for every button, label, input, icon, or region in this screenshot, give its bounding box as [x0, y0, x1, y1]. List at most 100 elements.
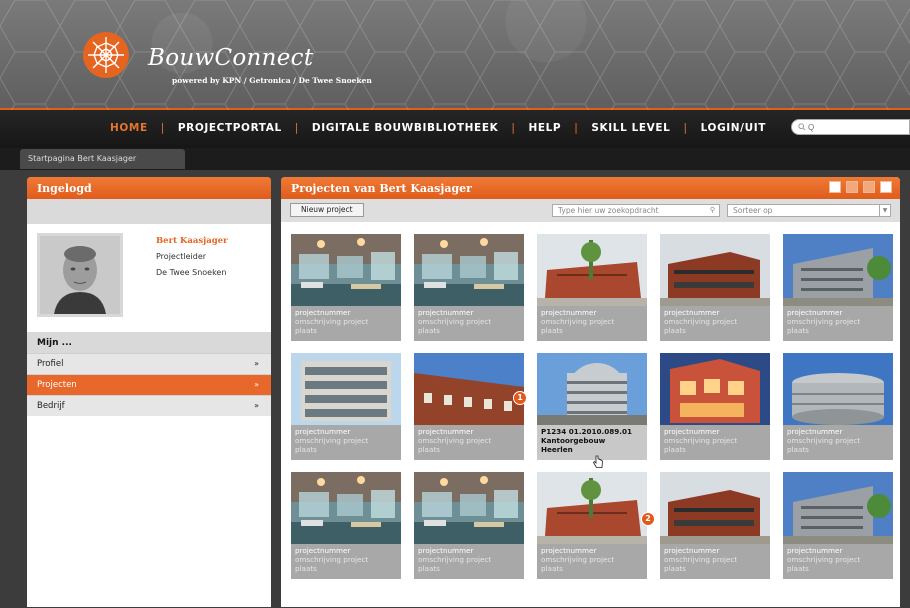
- sort-placeholder: Sorteer op: [733, 206, 773, 215]
- project-tile[interactable]: projectnummer omschrijving project plaats: [660, 234, 770, 341]
- project-description: omschrijving project: [541, 555, 615, 564]
- nav-item-digitale-bouwbibliotheek[interactable]: DIGITALE BOUWBIBLIOTHEEK: [312, 122, 498, 134]
- project-thumbnail[interactable]: [660, 234, 770, 306]
- project-tile[interactable]: projectnummer omschrijving project plaats: [660, 472, 770, 579]
- project-thumbnail[interactable]: [291, 234, 401, 306]
- side-menu-label: Projecten: [37, 380, 77, 390]
- project-location: plaats: [295, 564, 317, 573]
- list-view-icon[interactable]: [846, 181, 858, 193]
- project-description: omschrijving project: [787, 317, 861, 326]
- main-nav: HOME | PROJECTPORTAL | DIGITALE BOUWBIBLIOTH…: [0, 110, 910, 148]
- project-description: omschrijving project: [418, 436, 492, 445]
- nav-separator: |: [294, 122, 299, 134]
- nav-item-login-uit[interactable]: LOGIN/UIT: [701, 122, 766, 134]
- project-description: omschrijving project: [418, 317, 492, 326]
- project-thumbnail[interactable]: [537, 472, 647, 544]
- project-thumbnail[interactable]: [414, 353, 524, 425]
- side-menu-item-bedrijf[interactable]: Bedrijf »: [27, 395, 271, 416]
- nav-item-skill-level[interactable]: SKILL LEVEL: [591, 122, 670, 134]
- project-location: plaats: [418, 326, 440, 335]
- project-thumbnail[interactable]: [291, 353, 401, 425]
- project-tile[interactable]: projectnummer omschrijving project plaats: [291, 234, 401, 341]
- sort-select[interactable]: Sorteer op ▼: [727, 204, 891, 217]
- slideshow-view-icon[interactable]: [829, 181, 841, 193]
- project-location: plaats: [418, 445, 440, 454]
- double-chevron-right-icon: »: [254, 380, 259, 389]
- project-location: plaats: [664, 564, 686, 573]
- project-location: plaats: [787, 326, 809, 335]
- hexagon-pattern: [0, 0, 910, 110]
- project-description: omschrijving project: [787, 555, 861, 564]
- project-number: projectnummer: [664, 427, 720, 436]
- project-number: projectnummer: [664, 546, 720, 555]
- nav-item-projectportal[interactable]: PROJECTPORTAL: [178, 122, 282, 134]
- project-search-placeholder: Type hier uw zoekopdracht: [558, 206, 659, 215]
- project-location: plaats: [541, 564, 563, 573]
- site-search-input[interactable]: [808, 120, 908, 134]
- double-chevron-right-icon: »: [254, 359, 259, 368]
- nav-item-help[interactable]: HELP: [528, 122, 561, 134]
- project-tile[interactable]: P1234 01.2010.089.01 Kantoorgebouw Heerlen: [537, 353, 647, 460]
- project-number: projectnummer: [418, 308, 474, 317]
- brand-name[interactable]: BouwConnect: [148, 45, 313, 71]
- chevron-down-icon[interactable]: ▼: [879, 205, 890, 216]
- project-description: omschrijving project: [295, 436, 369, 445]
- project-thumbnail[interactable]: [537, 234, 647, 306]
- project-description: omschrijving project: [664, 317, 738, 326]
- project-tile[interactable]: projectnummer omschrijving project plaats: [291, 353, 401, 460]
- project-location: plaats: [541, 326, 563, 335]
- detail-view-icon[interactable]: [863, 181, 875, 193]
- project-thumbnail[interactable]: [414, 472, 524, 544]
- project-thumbnail[interactable]: [783, 234, 893, 306]
- project-tile[interactable]: projectnummer omschrijving project plaats: [414, 353, 524, 460]
- side-menu-item-projecten[interactable]: Projecten »: [27, 374, 271, 395]
- nav-separator: |: [160, 122, 165, 134]
- project-number: projectnummer: [295, 308, 351, 317]
- project-tile[interactable]: projectnummer omschrijving project plaats: [783, 472, 893, 579]
- project-search-input[interactable]: Type hier uw zoekopdracht ⚲: [552, 204, 720, 217]
- projects-panel-header: Projecten van Bert Kaasjager: [281, 177, 900, 199]
- breadcrumb-tab[interactable]: Startpagina Bert Kaasjager: [20, 149, 185, 169]
- project-tile[interactable]: projectnummer omschrijving project plaats: [783, 353, 893, 460]
- grid-view-icon[interactable]: [880, 181, 892, 193]
- project-tile[interactable]: projectnummer omschrijving project plaats: [660, 353, 770, 460]
- project-thumbnail[interactable]: [291, 472, 401, 544]
- login-panel-subbar: [27, 199, 271, 224]
- search-icon: [798, 123, 806, 131]
- annotation-marker: 1: [513, 391, 527, 405]
- project-description: omschrijving project: [541, 317, 615, 326]
- project-number: projectnummer: [664, 308, 720, 317]
- nav-items: HOME | PROJECTPORTAL | DIGITALE BOUWBIBLIOTH…: [110, 122, 766, 134]
- new-project-button[interactable]: Nieuw project: [290, 203, 364, 217]
- project-thumbnail[interactable]: [660, 353, 770, 425]
- project-tile[interactable]: projectnummer omschrijving project plaats: [414, 472, 524, 579]
- nav-item-home[interactable]: HOME: [110, 122, 148, 134]
- project-tile[interactable]: projectnummer omschrijving project plaats: [537, 472, 647, 579]
- user-name[interactable]: Bert Kaasjager: [156, 236, 228, 246]
- search-icon: ⚲: [709, 206, 715, 214]
- side-menu-item-profiel[interactable]: Profiel »: [27, 353, 271, 374]
- nav-separator: |: [574, 122, 579, 134]
- project-thumbnail[interactable]: [783, 472, 893, 544]
- project-tile[interactable]: projectnummer omschrijving project plaats: [414, 234, 524, 341]
- side-menu: Profiel » Projecten » Bedrijf »: [27, 353, 271, 416]
- project-number: projectnummer: [418, 427, 474, 436]
- project-tile[interactable]: projectnummer omschrijving project plaats: [537, 234, 647, 341]
- login-panel: Ingelogd Bert Kaasjager Projectleider De…: [27, 177, 271, 607]
- project-location: plaats: [787, 445, 809, 454]
- login-panel-title: Ingelogd: [27, 177, 271, 199]
- project-thumbnail[interactable]: [660, 472, 770, 544]
- project-tile[interactable]: projectnummer omschrijving project plaats: [783, 234, 893, 341]
- project-thumbnail[interactable]: [537, 353, 647, 425]
- project-number: projectnummer: [418, 546, 474, 555]
- logo-web-icon[interactable]: [82, 31, 130, 79]
- brand-tagline: powered by KPN / Getronica / De Twee Sno…: [172, 76, 372, 85]
- project-number: projectnummer: [787, 546, 843, 555]
- project-tile[interactable]: projectnummer omschrijving project plaats: [291, 472, 401, 579]
- project-description: omschrijving project: [295, 555, 369, 564]
- project-number: P1234 01.2010.089.01: [541, 427, 632, 436]
- project-thumbnail[interactable]: [783, 353, 893, 425]
- project-thumbnail[interactable]: [414, 234, 524, 306]
- site-search[interactable]: [791, 119, 910, 135]
- avatar[interactable]: [37, 233, 123, 317]
